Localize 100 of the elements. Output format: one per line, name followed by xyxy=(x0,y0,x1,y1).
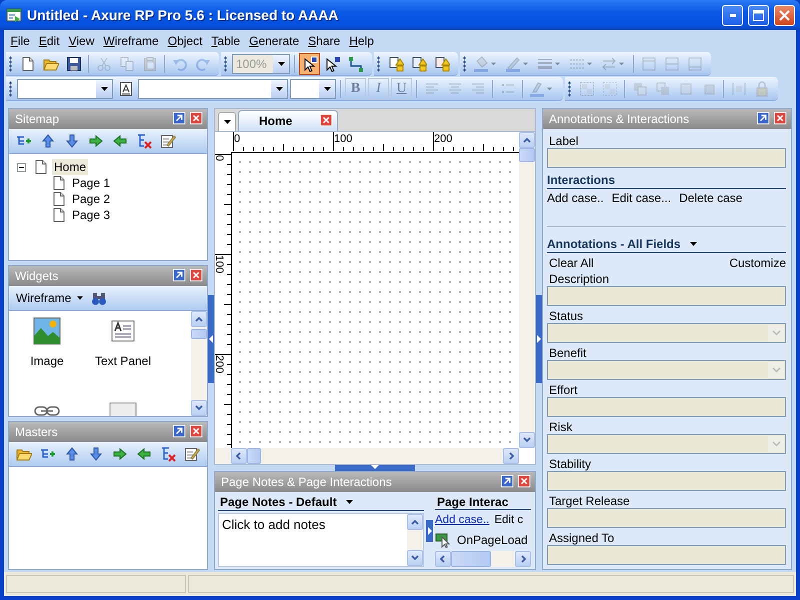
close-button[interactable] xyxy=(774,112,788,126)
caret-icon xyxy=(324,86,330,90)
menu-item[interactable]: Object xyxy=(163,32,207,50)
scroll-down-icon xyxy=(522,435,532,445)
dropdown-caret-icon xyxy=(344,500,354,504)
page-item[interactable]: Page 3 xyxy=(70,207,112,223)
notepad-icon xyxy=(160,133,176,149)
scroll-down-icon xyxy=(410,553,420,563)
caret-icon xyxy=(77,296,84,300)
event-item[interactable]: OnPageLoad xyxy=(457,533,528,547)
caret-icon xyxy=(491,62,496,66)
lock-icon xyxy=(754,80,770,96)
connector-icon xyxy=(348,56,364,72)
left-arrow-icon xyxy=(112,133,128,149)
page-item[interactable]: Page 2 xyxy=(70,191,112,207)
image-icon xyxy=(33,317,61,345)
close-tab-button[interactable] xyxy=(320,114,334,128)
float-button[interactable] xyxy=(173,269,187,283)
menu-item[interactable]: File xyxy=(6,32,34,50)
scrollbar-thumb[interactable] xyxy=(247,448,261,464)
search-button[interactable] xyxy=(91,290,108,306)
menu-item[interactable]: Edit xyxy=(34,32,64,50)
menu-item[interactable]: Help xyxy=(344,32,378,50)
float-button[interactable] xyxy=(757,112,771,126)
align-left-icon xyxy=(424,80,440,96)
close-icon xyxy=(518,475,532,489)
ruler-label: 200 xyxy=(434,133,452,145)
link[interactable]: Clear All xyxy=(549,256,594,270)
document-tab[interactable]: Home xyxy=(238,110,338,131)
maximize-icon xyxy=(753,10,764,20)
text-field[interactable] xyxy=(547,286,786,306)
widget-item[interactable]: Text Panel xyxy=(83,317,163,397)
app-logo-icon xyxy=(6,7,22,23)
float-button[interactable] xyxy=(501,475,515,489)
splitter-handle[interactable] xyxy=(208,295,214,383)
widget-item[interactable]: Image xyxy=(11,317,83,397)
scrollbar-thumb[interactable] xyxy=(519,148,535,162)
close-button[interactable] xyxy=(190,112,204,126)
minimize-button[interactable] xyxy=(722,4,743,26)
section-heading: Annotations - All Fields xyxy=(547,237,681,251)
link[interactable]: Add case.. xyxy=(435,514,490,526)
toolbar-button[interactable] xyxy=(299,52,320,74)
link[interactable]: Delete case xyxy=(679,191,742,226)
close-button[interactable] xyxy=(774,4,795,26)
panel-title: Masters xyxy=(15,425,59,439)
select-field[interactable] xyxy=(547,323,786,343)
collapse-handle[interactable] xyxy=(426,520,433,542)
down-arrow-icon xyxy=(88,446,104,462)
delete-page-icon xyxy=(160,446,176,462)
field-label: Stability xyxy=(548,456,592,470)
minimize-icon xyxy=(730,14,736,16)
scrollbar-thumb[interactable] xyxy=(191,329,207,339)
menu-item[interactable]: Share xyxy=(304,32,345,50)
font-color-icon xyxy=(529,80,545,96)
maximize-button[interactable] xyxy=(748,4,769,26)
caret-icon xyxy=(278,62,284,66)
pointer-icon xyxy=(324,56,340,72)
menu-item[interactable]: Table xyxy=(206,32,245,50)
caret-icon xyxy=(100,86,108,90)
select-field[interactable] xyxy=(547,360,786,380)
page-icon xyxy=(51,207,67,223)
page-item[interactable]: Page 1 xyxy=(70,175,112,191)
menu-item[interactable]: View xyxy=(64,32,99,50)
text-field[interactable] xyxy=(547,508,786,528)
copy-icon xyxy=(118,56,134,72)
text-field[interactable] xyxy=(547,397,786,417)
select-field[interactable] xyxy=(547,434,786,454)
link[interactable]: Edit case... xyxy=(612,191,672,226)
field-label: Assigned To xyxy=(548,530,616,544)
scroll-down-icon xyxy=(194,403,204,413)
library-dropdown[interactable]: Wireframe xyxy=(16,291,84,305)
tab-list-button[interactable] xyxy=(218,112,236,131)
caret-icon xyxy=(276,86,282,90)
link[interactable]: Edit c xyxy=(494,514,524,526)
pointer-icon xyxy=(302,56,318,72)
scrollbar-thumb[interactable] xyxy=(451,551,491,567)
float-icon xyxy=(757,112,771,126)
window-title: Untitled - Axure RP Pro 5.6 : Licensed to AAAA xyxy=(27,7,340,23)
close-button[interactable] xyxy=(190,425,204,439)
label-field[interactable] xyxy=(547,148,786,168)
page-item[interactable]: Home xyxy=(52,159,88,175)
float-button[interactable] xyxy=(173,425,187,439)
splitter-handle[interactable] xyxy=(536,295,542,383)
scroll-up-icon xyxy=(522,135,532,145)
link[interactable]: Customize xyxy=(729,256,786,270)
collapse-icon[interactable] xyxy=(17,162,26,172)
design-canvas[interactable] xyxy=(231,152,519,448)
caret-icon xyxy=(772,367,780,373)
page-icon xyxy=(20,56,36,72)
menu-item[interactable]: Generate xyxy=(244,32,304,50)
group-icon xyxy=(578,80,594,96)
menu-item[interactable]: Wireframe xyxy=(98,32,164,50)
text-field[interactable] xyxy=(547,471,786,491)
link[interactable]: Add case.. xyxy=(547,191,604,226)
float-button[interactable] xyxy=(173,112,187,126)
text-field[interactable] xyxy=(547,545,786,565)
panel-title: Annotations & Interactions xyxy=(549,112,690,126)
close-button[interactable] xyxy=(518,475,532,489)
splitter-handle[interactable] xyxy=(335,465,415,471)
close-button[interactable] xyxy=(190,269,204,283)
